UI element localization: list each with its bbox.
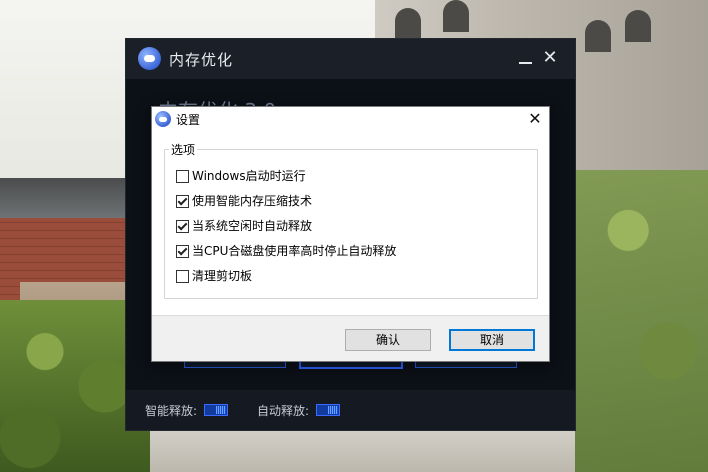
checkbox-icon[interactable] [176,270,189,283]
checkbox-icon[interactable] [176,220,189,233]
castle-window [625,10,651,42]
settings-dialog: 设置 ✕ 选项 Windows启动时运行 使用智能内存压缩技术 当系统空闲时自动… [151,106,550,362]
dialog-footer: 确认 取消 [152,315,549,361]
app-titlebar[interactable]: 内存优化 ✕ [126,39,575,79]
app-title: 内存优化 [169,51,234,69]
dialog-titlebar[interactable]: 设置 ✕ [152,107,549,131]
close-icon[interactable]: ✕ [540,48,560,68]
castle-window [395,8,421,40]
dialog-app-icon [155,111,171,127]
option-label: Windows启动时运行 [192,169,306,183]
option-label: 使用智能内存压缩技术 [192,194,313,208]
dialog-body: 选项 Windows启动时运行 使用智能内存压缩技术 当系统空闲时自动释放 当C… [152,131,549,315]
checkbox-icon[interactable] [176,195,189,208]
minimize-icon[interactable] [515,48,535,68]
background-ground [150,430,575,472]
background-roof [0,178,130,218]
app-footer: 智能释放: 自动释放: [126,390,575,430]
dialog-title: 设置 [176,113,201,127]
smart-release-label: 智能释放: [145,404,198,418]
cancel-button[interactable]: 取消 [449,329,535,351]
options-group-title: 选项 [169,141,198,158]
options-groupbox: 选项 Windows启动时运行 使用智能内存压缩技术 当系统空闲时自动释放 当C… [164,141,538,299]
dialog-close-icon[interactable]: ✕ [525,109,545,129]
option-label: 清理剪切板 [192,269,253,283]
smart-release-toggle[interactable] [204,404,228,416]
option-label: 当系统空闲时自动释放 [192,219,313,233]
auto-release-toggle[interactable] [316,404,340,416]
option-label: 当CPU合磁盘使用率高时停止自动释放 [192,244,397,258]
app-logo-icon [138,47,161,70]
castle-window [443,0,469,32]
confirm-button[interactable]: 确认 [345,329,431,351]
checkbox-icon[interactable] [176,245,189,258]
castle-window [585,20,611,52]
auto-release-label: 自动释放: [257,404,310,418]
checkbox-icon[interactable] [176,170,189,183]
background-trees-right [575,170,708,472]
